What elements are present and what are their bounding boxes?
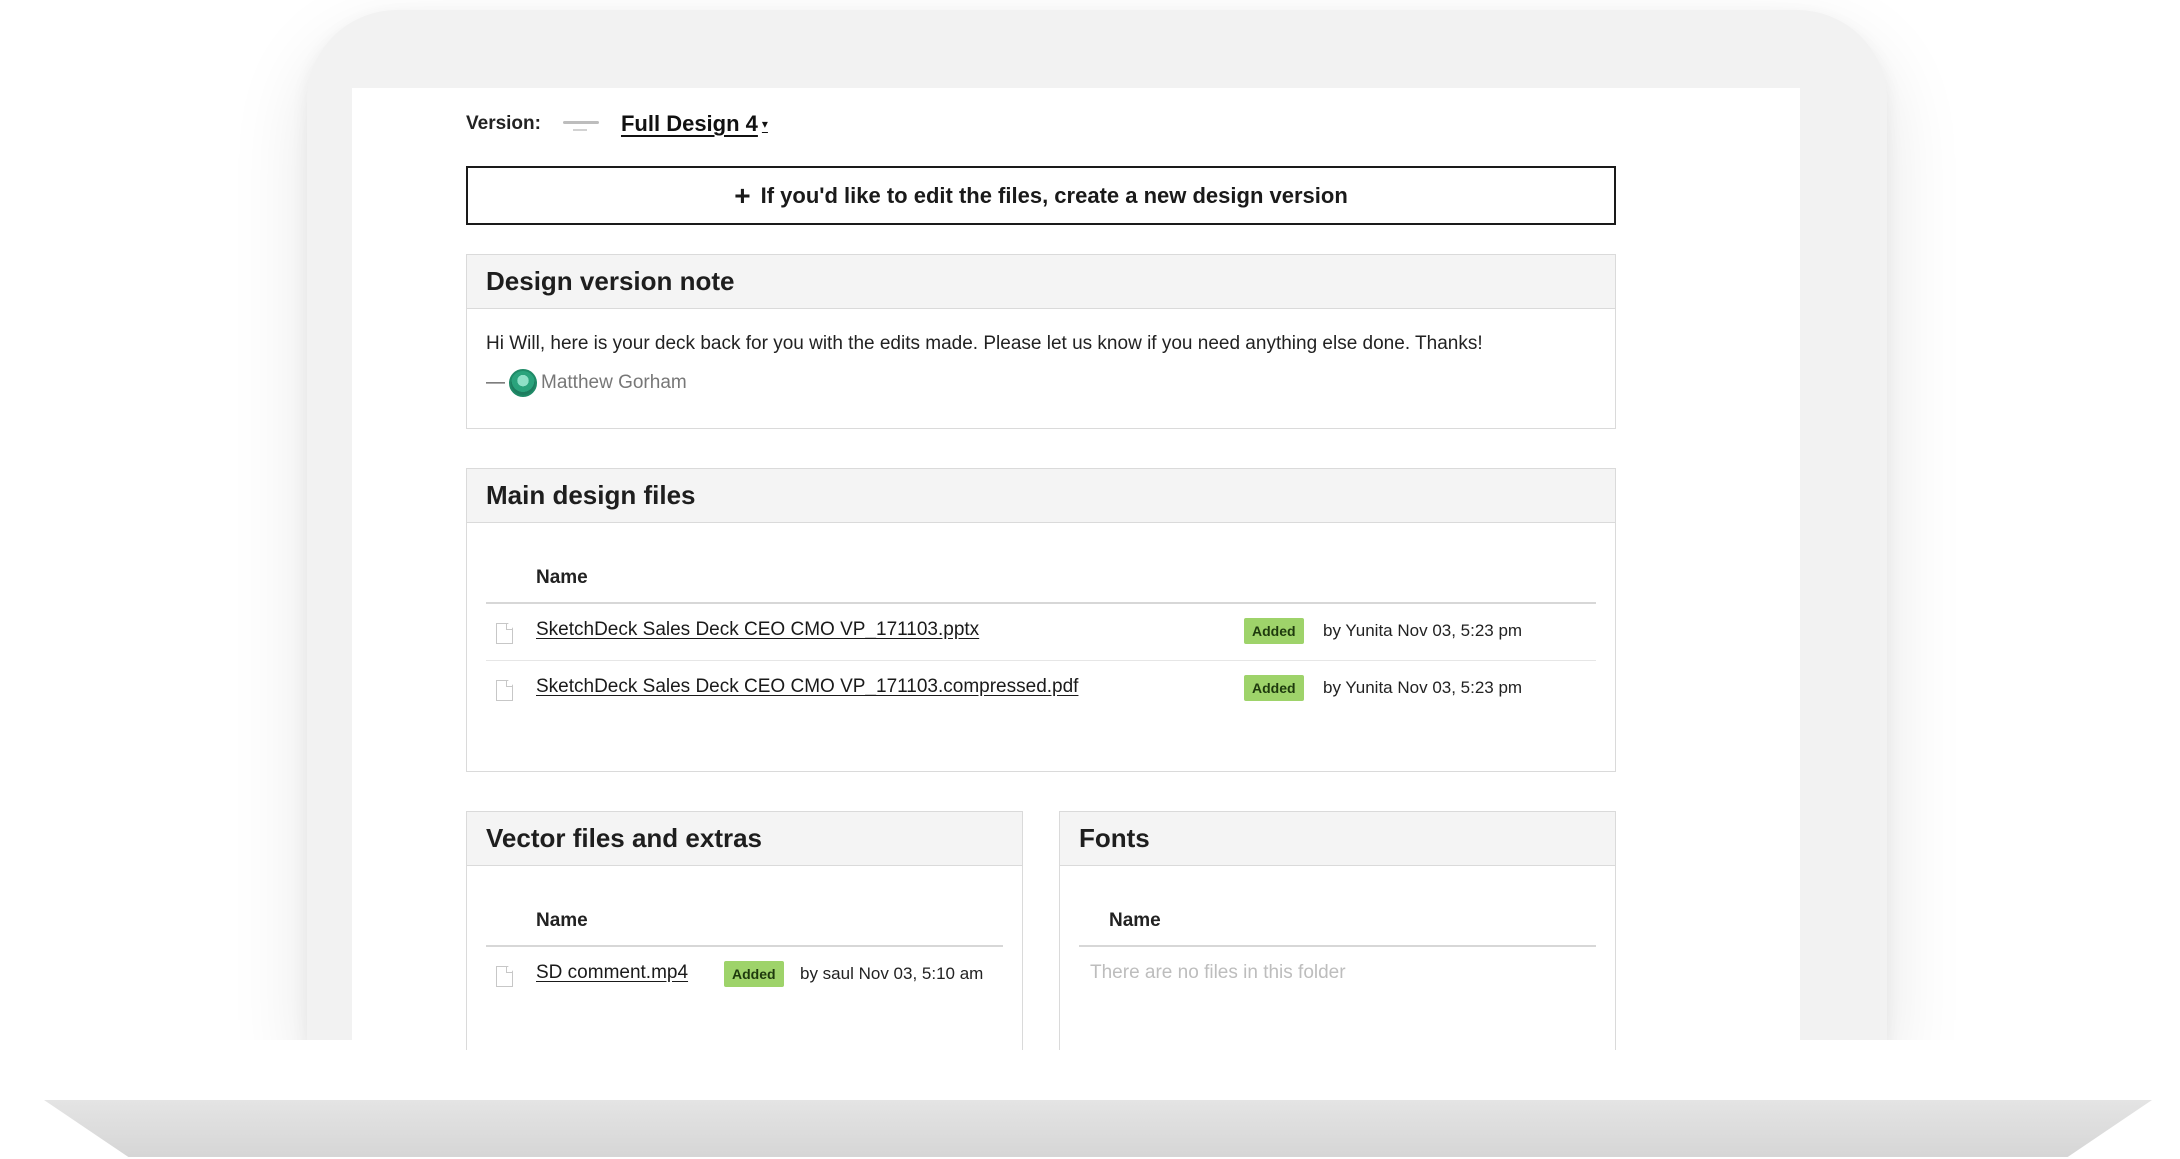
note-text: Hi Will, here is your deck back for you … xyxy=(486,333,1483,354)
laptop-screen: Version: Full Design 4 ▾ + If you'd like… xyxy=(352,88,1800,1050)
version-dropdown[interactable]: Full Design 4 ▾ xyxy=(621,111,768,137)
file-meta: by Yunita Nov 03, 5:23 pm xyxy=(1323,621,1523,640)
version-selected: Full Design 4 xyxy=(620,111,758,136)
laptop-base xyxy=(44,1100,2152,1157)
status-badge: Added xyxy=(724,961,784,987)
file-icon xyxy=(496,680,513,701)
table-header: Name xyxy=(486,890,1003,947)
table-row: SketchDeck Sales Deck CEO CMO VP_171103.… xyxy=(486,604,1596,661)
version-row: Version: Full Design 4 ▾ xyxy=(466,104,768,144)
laptop-mockup: Version: Full Design 4 ▾ + If you'd like… xyxy=(0,0,2180,1159)
panel-title: Vector files and extras xyxy=(467,812,1022,866)
column-name: Name xyxy=(536,567,588,588)
caret-down-icon: ▾ xyxy=(761,117,768,131)
vector-files-panel: Vector files and extras Name SD comment.… xyxy=(466,811,1023,1050)
main-design-files-panel: Main design files Name SketchDeck Sales … xyxy=(466,468,1616,772)
empty-folder-text: There are no files in this folder xyxy=(1090,962,1346,983)
table-row: SketchDeck Sales Deck CEO CMO VP_171103.… xyxy=(486,661,1596,718)
version-label: Version: xyxy=(466,113,541,134)
file-link[interactable]: SD comment.mp4 xyxy=(536,962,688,984)
panel-title: Main design files xyxy=(467,469,1615,523)
table-row: SD comment.mp4 Added by saul Nov 03, 5:1… xyxy=(486,947,1003,1004)
create-new-version-button[interactable]: + If you'd like to edit the files, creat… xyxy=(466,166,1616,225)
avatar xyxy=(509,369,537,397)
create-new-version-label: If you'd like to edit the files, create … xyxy=(760,182,1348,208)
fonts-panel: Fonts Name There are no files in this fo… xyxy=(1059,811,1616,1050)
file-link[interactable]: SketchDeck Sales Deck CEO CMO VP_171103.… xyxy=(536,676,1078,698)
column-name: Name xyxy=(1109,910,1161,931)
file-link[interactable]: SketchDeck Sales Deck CEO CMO VP_171103.… xyxy=(536,619,979,641)
status-badge: Added xyxy=(1244,675,1304,701)
author-dash: — xyxy=(486,372,505,393)
table-header: Name xyxy=(1079,890,1596,947)
file-icon xyxy=(496,623,513,644)
design-version-note-panel: Design version note Hi Will, here is you… xyxy=(466,254,1616,429)
status-badge: Added xyxy=(1244,618,1304,644)
author-name: Matthew Gorham xyxy=(541,372,687,393)
file-meta: by Yunita Nov 03, 5:23 pm xyxy=(1323,678,1523,697)
version-thumbnail-icon xyxy=(561,112,601,136)
plus-icon: + xyxy=(734,179,751,211)
column-name: Name xyxy=(536,910,588,931)
panel-title: Design version note xyxy=(467,255,1615,309)
note-author: — Matthew Gorham xyxy=(486,369,687,397)
file-meta: by saul Nov 03, 5:10 am xyxy=(800,964,984,983)
panel-title: Fonts xyxy=(1060,812,1615,866)
file-icon xyxy=(496,966,513,987)
table-header: Name xyxy=(486,547,1596,604)
